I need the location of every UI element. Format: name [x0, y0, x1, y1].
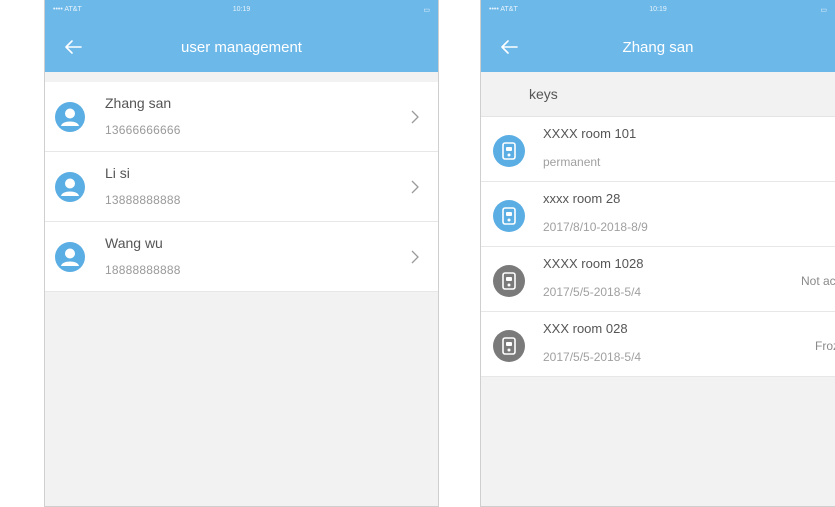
user-item-li-si[interactable]: Li si 13888888888: [45, 152, 438, 222]
lock-icon: [493, 135, 525, 167]
chevron-right-icon: [411, 110, 419, 124]
back-arrow-icon[interactable]: [497, 35, 521, 59]
key-validity: 2017/5/5-2018-5/4: [543, 350, 642, 364]
user-name: Zhang san: [105, 95, 172, 111]
lock-icon: [493, 200, 525, 232]
user-phone: 13888888888: [105, 193, 181, 207]
key-name: XXXX room 101: [543, 126, 637, 141]
chevron-right-icon: [411, 250, 419, 264]
navigation-bar: user management: [45, 22, 438, 72]
key-item[interactable]: XXXX room 1028 2017/5/5-2018-5/4 Not act: [481, 247, 835, 312]
user-item-wang-wu[interactable]: Wang wu 18888888888: [45, 222, 438, 292]
user-avatar-icon: [55, 102, 85, 132]
key-item[interactable]: XXXX room 101 permanent: [481, 117, 835, 182]
key-item[interactable]: XXX room 028 2017/5/5-2018-5/4 Froz: [481, 312, 835, 377]
user-phone: 18888888888: [105, 263, 181, 277]
lock-icon: [493, 330, 525, 362]
user-name: Wang wu: [105, 235, 163, 251]
key-name: XXXX room 1028: [543, 256, 644, 271]
battery-icon: ▭: [820, 7, 827, 14]
navigation-bar: Zhang san: [481, 22, 835, 72]
key-status: Froz: [815, 339, 835, 353]
status-bar: •••• AT&T 10:19 ▭: [481, 0, 835, 22]
user-avatar-icon: [55, 172, 85, 202]
user-management-screen: •••• AT&T 10:19 ▭ user management Zhang …: [44, 0, 439, 507]
key-name: XXX room 028: [543, 321, 628, 336]
key-validity: permanent: [543, 155, 601, 169]
page-title: user management: [181, 38, 302, 56]
user-name: Li si: [105, 165, 130, 181]
key-name: xxxx room 28: [543, 191, 621, 206]
user-item-zhang-san[interactable]: Zhang san 13666666666: [45, 82, 438, 152]
page-title: Zhang san: [622, 38, 694, 56]
status-bar: •••• AT&T 10:19 ▭: [45, 0, 438, 22]
clock-label: 10:19: [232, 6, 251, 13]
chevron-right-icon: [411, 180, 419, 194]
section-label: keys: [529, 86, 558, 102]
keys-section-header: keys: [481, 72, 835, 117]
back-arrow-icon[interactable]: [61, 35, 85, 59]
key-validity: 2017/8/10-2018-8/9: [543, 220, 648, 234]
key-item[interactable]: xxxx room 28 2017/8/10-2018-8/9: [481, 182, 835, 247]
battery-icon: ▭: [423, 7, 430, 14]
clock-label: 10:19: [649, 6, 667, 13]
user-phone: 13666666666: [105, 123, 181, 137]
user-keys-screen: •••• AT&T 10:19 ▭ Zhang san keys XXXX ro…: [480, 0, 835, 507]
key-status: Not act: [800, 274, 835, 288]
key-list: XXXX room 101 permanent xxxx room 28 201…: [481, 117, 835, 377]
user-list: Zhang san 13666666666 Li si 13888888888: [45, 82, 438, 292]
user-avatar-icon: [55, 242, 85, 272]
key-validity: 2017/5/5-2018-5/4: [543, 285, 642, 299]
lock-icon: [493, 265, 525, 297]
